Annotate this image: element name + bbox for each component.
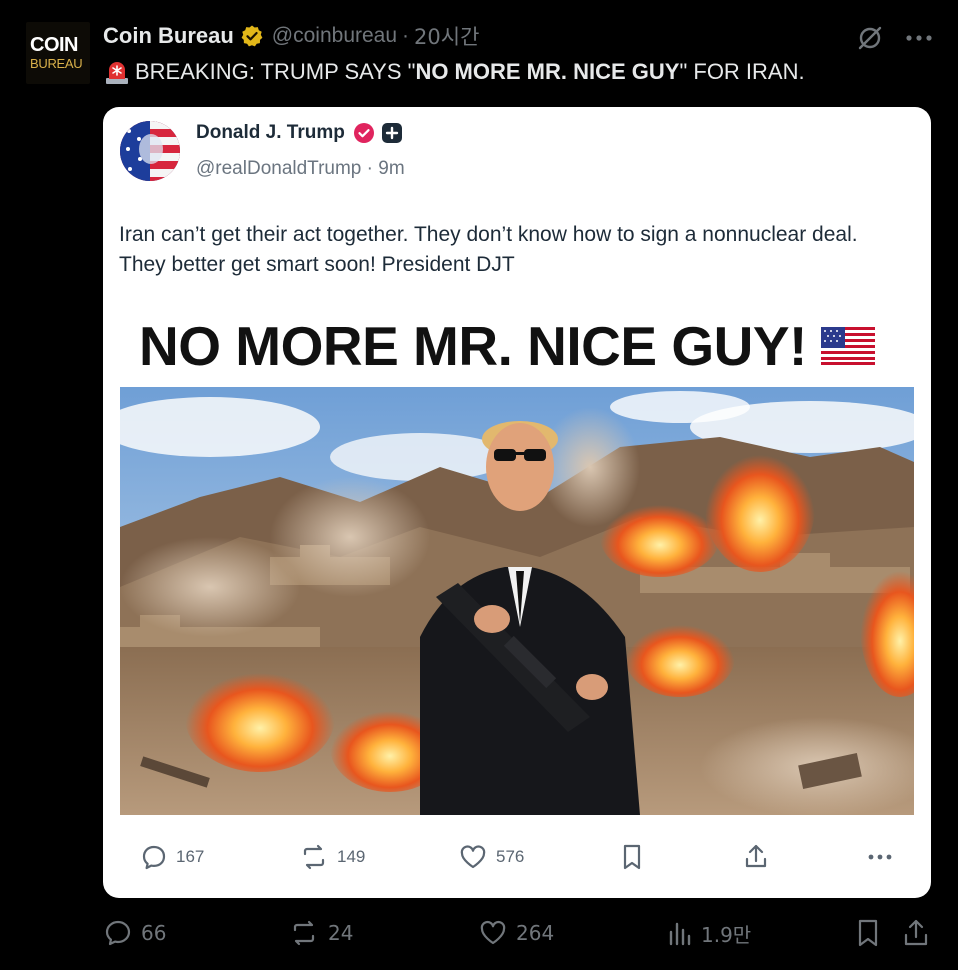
explosion-scene-illustration <box>120 387 914 815</box>
tweet-text: BREAKING: TRUMP SAYS " NO MORE MR. NICE G… <box>103 58 805 86</box>
quoted-post-actions: 167 149 576 <box>103 843 931 875</box>
reply-icon <box>142 845 166 870</box>
tweet-text-prefix: BREAKING: TRUMP SAYS " <box>135 59 416 84</box>
repost-icon <box>293 920 315 946</box>
quoted-repost-button[interactable]: 149 <box>299 843 365 871</box>
tweet-time[interactable]: 20시간 <box>414 21 479 51</box>
tweet-top-controls <box>856 24 932 52</box>
tweet-text-suffix: " FOR IRAN. <box>679 59 805 84</box>
like-button[interactable]: 264 <box>478 918 554 948</box>
quoted-reply-count: 167 <box>176 847 205 866</box>
tweet-header: Coin Bureau @coinbureau · 20시간 <box>103 22 479 50</box>
author-handle[interactable]: @coinbureau <box>272 24 397 48</box>
image-headline-text: NO MORE MR. NICE GUY! <box>139 315 807 377</box>
quoted-like-count: 576 <box>496 847 525 866</box>
author-name[interactable]: Coin Bureau <box>103 23 234 49</box>
post-image[interactable] <box>120 387 914 815</box>
quoted-reply-button[interactable]: 167 <box>140 843 204 871</box>
author-avatar[interactable]: COIN BUREAU <box>26 22 90 84</box>
reply-button[interactable]: 66 <box>103 918 166 948</box>
quoted-post-text: Iran can’t get their act together. They … <box>119 223 858 276</box>
more-options-icon <box>868 854 892 860</box>
tweet-actions: 66 24 264 1.9만 <box>0 918 958 950</box>
views-chart-icon <box>669 922 691 946</box>
views-count: 1.9만 <box>701 922 752 947</box>
heart-icon <box>480 920 506 945</box>
quoted-share-button[interactable] <box>742 843 770 871</box>
tweet-text-bold: NO MORE MR. NICE GUY <box>415 59 680 84</box>
share-icon <box>904 919 928 946</box>
repost-count: 24 <box>328 921 354 945</box>
repost-icon <box>303 844 325 870</box>
quoted-repost-count: 149 <box>337 847 366 866</box>
siren-emoji-icon <box>106 62 128 84</box>
quoted-author-line: Donald J. Trump <box>196 122 403 144</box>
quoted-bookmark-button[interactable] <box>620 843 644 871</box>
quoted-author-handle: @realDonaldTrump · 9m <box>196 158 405 179</box>
image-headline: NO MORE MR. NICE GUY! <box>139 314 875 378</box>
grok-icon[interactable] <box>856 24 884 52</box>
verified-badge-icon <box>353 123 374 143</box>
views-button[interactable]: 1.9만 <box>667 918 751 948</box>
quoted-more-button[interactable] <box>866 843 894 871</box>
quoted-author-name[interactable]: Donald J. Trump <box>196 122 345 144</box>
header-separator: · <box>402 24 410 47</box>
verified-badge-icon <box>241 25 263 47</box>
bookmark-button[interactable] <box>855 918 881 948</box>
like-count: 264 <box>516 921 555 945</box>
subscription-badge-icon <box>381 123 402 143</box>
reply-count: 66 <box>141 921 167 945</box>
reply-icon <box>105 920 131 946</box>
heart-icon <box>460 845 486 869</box>
bookmark-icon <box>623 844 641 870</box>
quoted-post-card[interactable]: Donald J. Trump @realDonaldTrump · 9m Ir… <box>103 107 931 898</box>
more-options-icon[interactable] <box>906 34 932 42</box>
quoted-like-button[interactable]: 576 <box>458 843 524 871</box>
repost-button[interactable]: 24 <box>288 918 353 948</box>
share-button[interactable] <box>902 918 930 948</box>
share-icon <box>745 844 767 868</box>
bookmark-icon <box>858 919 878 947</box>
quoted-author-avatar <box>120 121 180 181</box>
avatar-text-line2: BUREAU <box>30 56 83 71</box>
us-flag-icon <box>820 327 875 365</box>
avatar-text-line1: COIN <box>30 34 79 56</box>
